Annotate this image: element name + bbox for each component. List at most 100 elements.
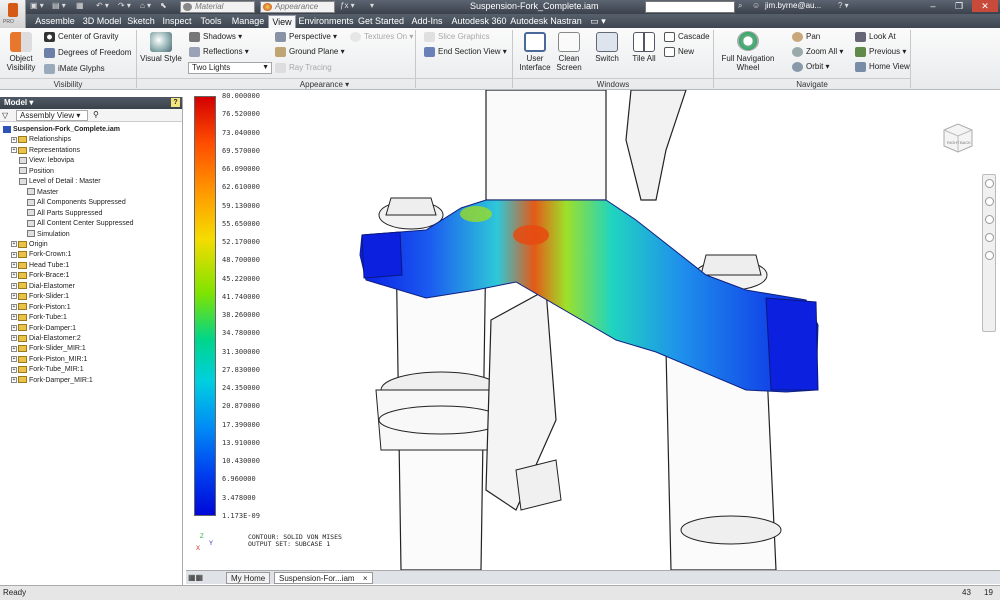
textures-on-button[interactable]: Textures On ▾ [350,32,413,42]
tab-tools[interactable]: Tools [196,15,226,28]
steering-wheel-icon[interactable] [985,179,994,188]
browser-help-icon[interactable]: ? [171,98,180,107]
tree-item[interactable]: Position [19,167,54,177]
expand-toggle-icon[interactable]: + [11,324,17,331]
end-section-view-button[interactable]: End Section View ▾ [424,47,507,57]
slice-graphics-button[interactable]: Slice Graphics [424,32,490,42]
ground-plane-button[interactable]: Ground Plane ▾ [275,47,345,57]
expand-toggle-icon[interactable]: + [11,251,17,258]
tab-autodesk-360[interactable]: Autodesk 360 [450,15,508,28]
doc-tab-my-home[interactable]: My Home [226,572,271,584]
pan-button[interactable]: Pan [792,32,820,42]
new-file-icon[interactable]: ▣ ▾ [30,1,44,13]
previous-view-button[interactable]: Previous ▾ [855,47,906,57]
nav-zoom-icon[interactable] [985,215,994,224]
expand-toggle-icon[interactable]: + [11,282,17,289]
look-at-button[interactable]: Look At [855,32,896,42]
expand-toggle-icon[interactable]: + [11,147,17,154]
save-icon[interactable]: ▦ [76,1,84,13]
center-of-gravity-button[interactable]: Center of Gravity [44,32,118,42]
user-interface-button[interactable]: User Interface [514,54,556,72]
orbit-button[interactable]: Orbit ▾ [792,62,830,72]
expand-toggle-icon[interactable]: + [11,262,17,268]
shadows-button[interactable]: Shadows ▾ [189,32,242,42]
expand-toggle-icon[interactable]: + [11,335,17,342]
tree-item[interactable]: + Fork-Tube:1 [11,313,67,323]
redo-icon[interactable]: ↷ ▾ [118,1,131,13]
clean-screen-button[interactable]: Clean Screen [552,54,586,72]
filter-icon[interactable]: ▽ [2,111,8,120]
nav-pan-icon[interactable] [985,197,994,206]
select-icon[interactable]: ⬉ [160,1,167,13]
tab-assemble[interactable]: Assemble [30,15,80,28]
tree-item[interactable]: All Parts Suppressed [27,209,102,219]
user-name[interactable]: jim.byrne@au... [765,1,821,10]
perspective-button[interactable]: Perspective ▾ [275,32,337,42]
ribbon-options-icon[interactable]: ▭ ▾ [588,15,608,28]
tab-autodesk-nastran[interactable]: Autodesk Nastran [510,15,582,28]
close-tab-icon[interactable]: × [363,574,368,583]
viewcube[interactable]: RIGHT BACK [936,120,976,156]
tree-item[interactable]: All Content Center Suppressed [27,219,134,229]
tree-item[interactable]: + Fork-Piston_MIR:1 [11,355,87,365]
material-combo[interactable]: Material [180,1,255,13]
imate-glyphs-button[interactable]: iMate Glyphs [44,64,105,74]
ray-tracing-button[interactable]: Ray Tracing [275,63,332,73]
user-icon[interactable]: ☺ [752,1,760,13]
tree-item[interactable]: View: lebovipa [19,156,74,166]
tree-item[interactable]: + Fork-Damper:1 [11,324,76,334]
open-file-icon[interactable]: ▤ ▾ [52,1,66,13]
expand-toggle-icon[interactable]: + [11,293,17,300]
tree-item[interactable]: Master [27,188,58,198]
lighting-style-select[interactable]: Two Lights ▼ [188,62,272,74]
expand-toggle-icon[interactable]: + [11,366,17,373]
tree-item[interactable]: Suspension-Fork_Complete.iam [3,125,120,135]
tree-item[interactable]: + Fork-Damper_MIR:1 [11,376,93,386]
new-window-button[interactable]: New [664,47,694,57]
tab-3d-model[interactable]: 3D Model [80,15,124,28]
object-visibility-button[interactable]: Object Visibility [2,54,40,72]
tab-sketch[interactable]: Sketch [124,15,158,28]
home-view-button[interactable]: Home View [855,62,910,72]
tab-list-icon[interactable]: ▦▦ [188,573,203,582]
cascade-button[interactable]: Cascade [664,32,710,42]
tree-item[interactable]: + Origin [11,240,48,250]
tab-inspect[interactable]: Inspect [158,15,196,28]
help-icon[interactable]: ? ▾ [838,1,849,13]
nav-orbit-icon[interactable] [985,233,994,242]
zoom-all-button[interactable]: Zoom All ▾ [792,47,843,57]
app-menu-button[interactable]: PRO [0,0,26,28]
find-icon[interactable]: ⚲ [93,110,99,119]
restore-button[interactable]: ❐ [946,0,972,12]
undo-icon[interactable]: ↶ ▾ [96,1,109,13]
tab-manage[interactable]: Manage [228,15,268,28]
expand-toggle-icon[interactable]: + [11,272,17,279]
tree-item[interactable]: + Fork-Slider:1 [11,292,69,302]
tree-item[interactable]: + Dial-Elastomer:2 [11,334,81,344]
tree-item[interactable]: + Dial-Elastomer [11,282,75,292]
more-qat-icon[interactable]: ▾ [370,1,374,13]
tree-item[interactable]: Simulation [27,230,70,240]
tree-item[interactable]: + Fork-Tube_MIR:1 [11,365,84,375]
tab-get-started[interactable]: Get Started [356,15,406,28]
tab-environments[interactable]: Environments [298,15,354,28]
tree-item[interactable]: + Fork-Piston:1 [11,303,71,313]
visual-style-button[interactable]: Visual Style [138,54,184,63]
search-icon[interactable]: ⌕ [738,1,742,13]
nav-look-at-icon[interactable] [985,251,994,260]
fx-icon[interactable]: ƒx ▾ [340,1,355,13]
appearance-combo[interactable]: Appearance [260,1,335,13]
expand-toggle-icon[interactable]: + [11,136,17,143]
reflections-button[interactable]: Reflections ▾ [189,47,249,57]
degrees-of-freedom-button[interactable]: Degrees of Freedom [44,48,131,58]
expand-toggle-icon[interactable]: + [11,241,17,248]
tree-item[interactable]: + Representations [11,146,80,156]
expand-toggle-icon[interactable]: + [11,314,17,321]
expand-toggle-icon[interactable]: + [11,345,17,352]
tree-item[interactable]: + Fork-Crown:1 [11,250,71,260]
tree-item[interactable]: Level of Detail : Master [19,177,101,187]
close-button[interactable]: ✕ [972,0,998,12]
tree-item[interactable]: + Fork-Slider_MIR:1 [11,344,86,354]
assembly-view-select[interactable]: Assembly View ▾ [16,110,88,121]
expand-toggle-icon[interactable]: + [11,376,17,383]
